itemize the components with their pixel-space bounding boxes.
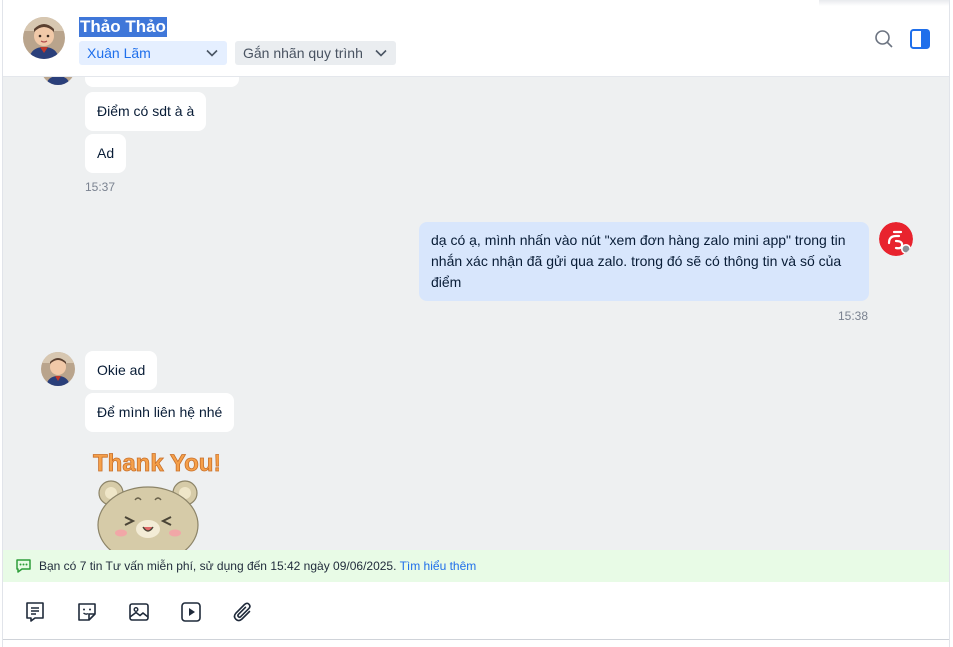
message-text: Để mình liên hệ nhé <box>97 404 223 420</box>
message-bubble[interactable]: Để mình liên hệ nhé <box>85 393 235 432</box>
composer-toolbar <box>3 582 949 640</box>
message-list[interactable]: Điểm có sdt à à Ad 15:37 dạ có ạ, mình n… <box>3 77 949 550</box>
learn-more-link[interactable]: Tìm hiểu thêm <box>400 559 477 573</box>
workflow-tag-label: Gắn nhãn quy trình <box>243 45 363 61</box>
search-icon[interactable] <box>872 27 896 51</box>
conversation-header: Thảo Thảo Xuân Lãm Gắn nhãn quy trình <box>3 0 949 77</box>
chevron-down-icon <box>206 49 218 57</box>
customer-tag-dropdown[interactable]: Xuân Lãm <box>79 41 227 65</box>
message-bubble[interactable]: Ad <box>85 134 127 173</box>
image-icon[interactable] <box>127 600 151 624</box>
banner-text: Bạn có 7 tin Tư vấn miễn phí, sử dụng đế… <box>39 559 397 573</box>
sidebar-toggle-icon[interactable] <box>908 27 932 51</box>
chevron-down-icon <box>375 49 387 57</box>
shop-avatar[interactable] <box>879 222 913 256</box>
message-bubble-outgoing[interactable]: dạ có ạ, mình nhấn vào nút "xem đơn hàng… <box>419 222 869 301</box>
message-time: 15:38 <box>838 309 869 323</box>
message-bubble[interactable]: Điểm có sdt à à <box>85 92 207 131</box>
free-consult-banner: Bạn có 7 tin Tư vấn miễn phí, sử dụng đế… <box>3 550 949 582</box>
message-text: dạ có ạ, mình nhấn vào nút "xem đơn hàng… <box>431 232 846 290</box>
header-shadow <box>819 0 949 6</box>
chat-bubble-icon <box>16 559 31 573</box>
message-text: Okie ad <box>97 362 146 378</box>
workflow-tag-dropdown[interactable]: Gắn nhãn quy trình <box>235 41 396 65</box>
contact-name[interactable]: Thảo Thảo <box>79 17 167 37</box>
message-text: Ad <box>97 145 115 161</box>
message-bubble-partial[interactable] <box>85 77 239 87</box>
video-icon[interactable] <box>179 600 203 624</box>
quick-message-icon[interactable] <box>23 600 47 624</box>
composer-input-area[interactable] <box>3 640 949 647</box>
message-time: 15:37 <box>85 180 116 194</box>
contact-avatar-small[interactable] <box>41 77 75 85</box>
message-text: Điểm có sdt à à <box>97 103 195 119</box>
chat-window: Thảo Thảo Xuân Lãm Gắn nhãn quy trình Đi… <box>2 0 950 647</box>
message-bubble[interactable]: Okie ad <box>85 351 158 390</box>
attachment-icon[interactable] <box>231 600 255 624</box>
svg-text:Thank You!: Thank You! <box>93 450 219 477</box>
customer-tag-label: Xuân Lãm <box>87 45 151 61</box>
thank-you-sticker[interactable]: Thank You! <box>89 443 222 550</box>
contact-avatar-small[interactable] <box>41 352 75 386</box>
contact-avatar[interactable] <box>23 17 65 59</box>
sticker-icon[interactable] <box>75 600 99 624</box>
